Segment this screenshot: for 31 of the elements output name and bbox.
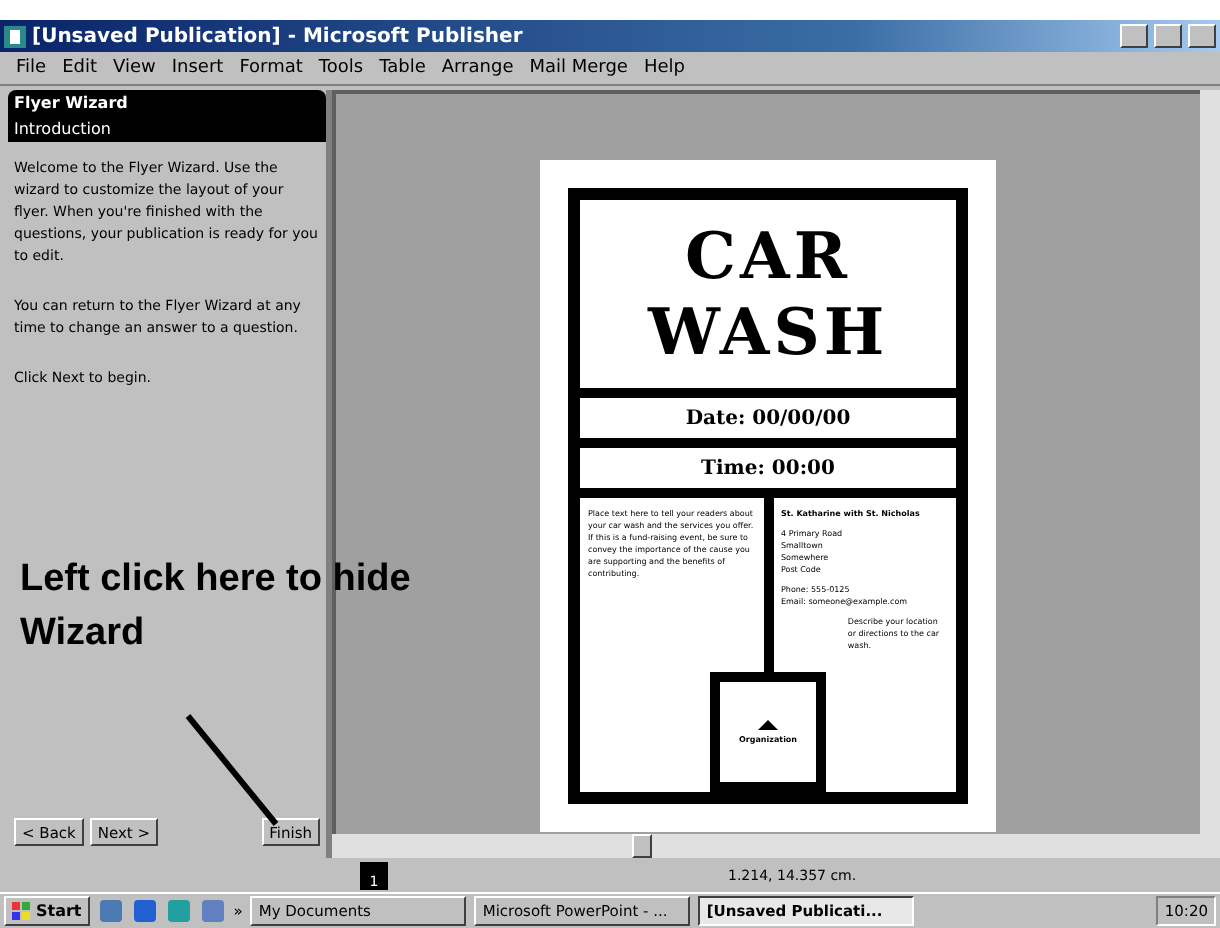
wizard-section: Introduction bbox=[14, 120, 320, 138]
restore-button[interactable] bbox=[1154, 24, 1182, 48]
window-title: [Unsaved Publication] - Microsoft Publisher bbox=[32, 25, 525, 47]
annotation-text: Left click here to hide Wizard bbox=[20, 556, 413, 658]
close-button[interactable] bbox=[1188, 24, 1216, 48]
minimize-button[interactable] bbox=[1120, 24, 1148, 48]
menu-item[interactable]: Tools bbox=[318, 58, 364, 78]
vertical-scrollbar[interactable] bbox=[1200, 90, 1220, 834]
menu-item[interactable]: Format bbox=[239, 58, 303, 78]
wizard-title: Flyer Wizard bbox=[14, 94, 130, 112]
quick-launch-icon[interactable] bbox=[131, 898, 158, 924]
menu-item[interactable]: Table bbox=[379, 58, 426, 78]
flyer-date: Date: 00/00/00 bbox=[685, 407, 851, 429]
start-button[interactable]: Start bbox=[4, 896, 90, 926]
app-icon bbox=[4, 25, 26, 47]
windows-logo-icon bbox=[12, 902, 32, 920]
flyer-time: Time: 00:00 bbox=[701, 457, 835, 479]
menu-item[interactable]: Help bbox=[643, 58, 686, 78]
logo-icon bbox=[758, 719, 778, 729]
menu-item[interactable]: Insert bbox=[171, 58, 224, 78]
menu-item[interactable]: Arrange bbox=[441, 58, 514, 78]
horizontal-scrollbar[interactable] bbox=[332, 834, 1220, 858]
menu-item[interactable]: File bbox=[16, 58, 47, 78]
menu-item[interactable]: View bbox=[113, 58, 156, 78]
quick-launch-icon[interactable] bbox=[199, 898, 226, 924]
flyer-headline: CAR WASH bbox=[648, 218, 888, 370]
menu-item[interactable]: Edit bbox=[62, 58, 97, 78]
scroll-thumb[interactable] bbox=[632, 834, 652, 858]
quick-launch-icon[interactable] bbox=[165, 898, 192, 924]
menu-item[interactable]: Mail Merge bbox=[529, 58, 628, 78]
quick-launch-icon[interactable] bbox=[97, 898, 124, 924]
